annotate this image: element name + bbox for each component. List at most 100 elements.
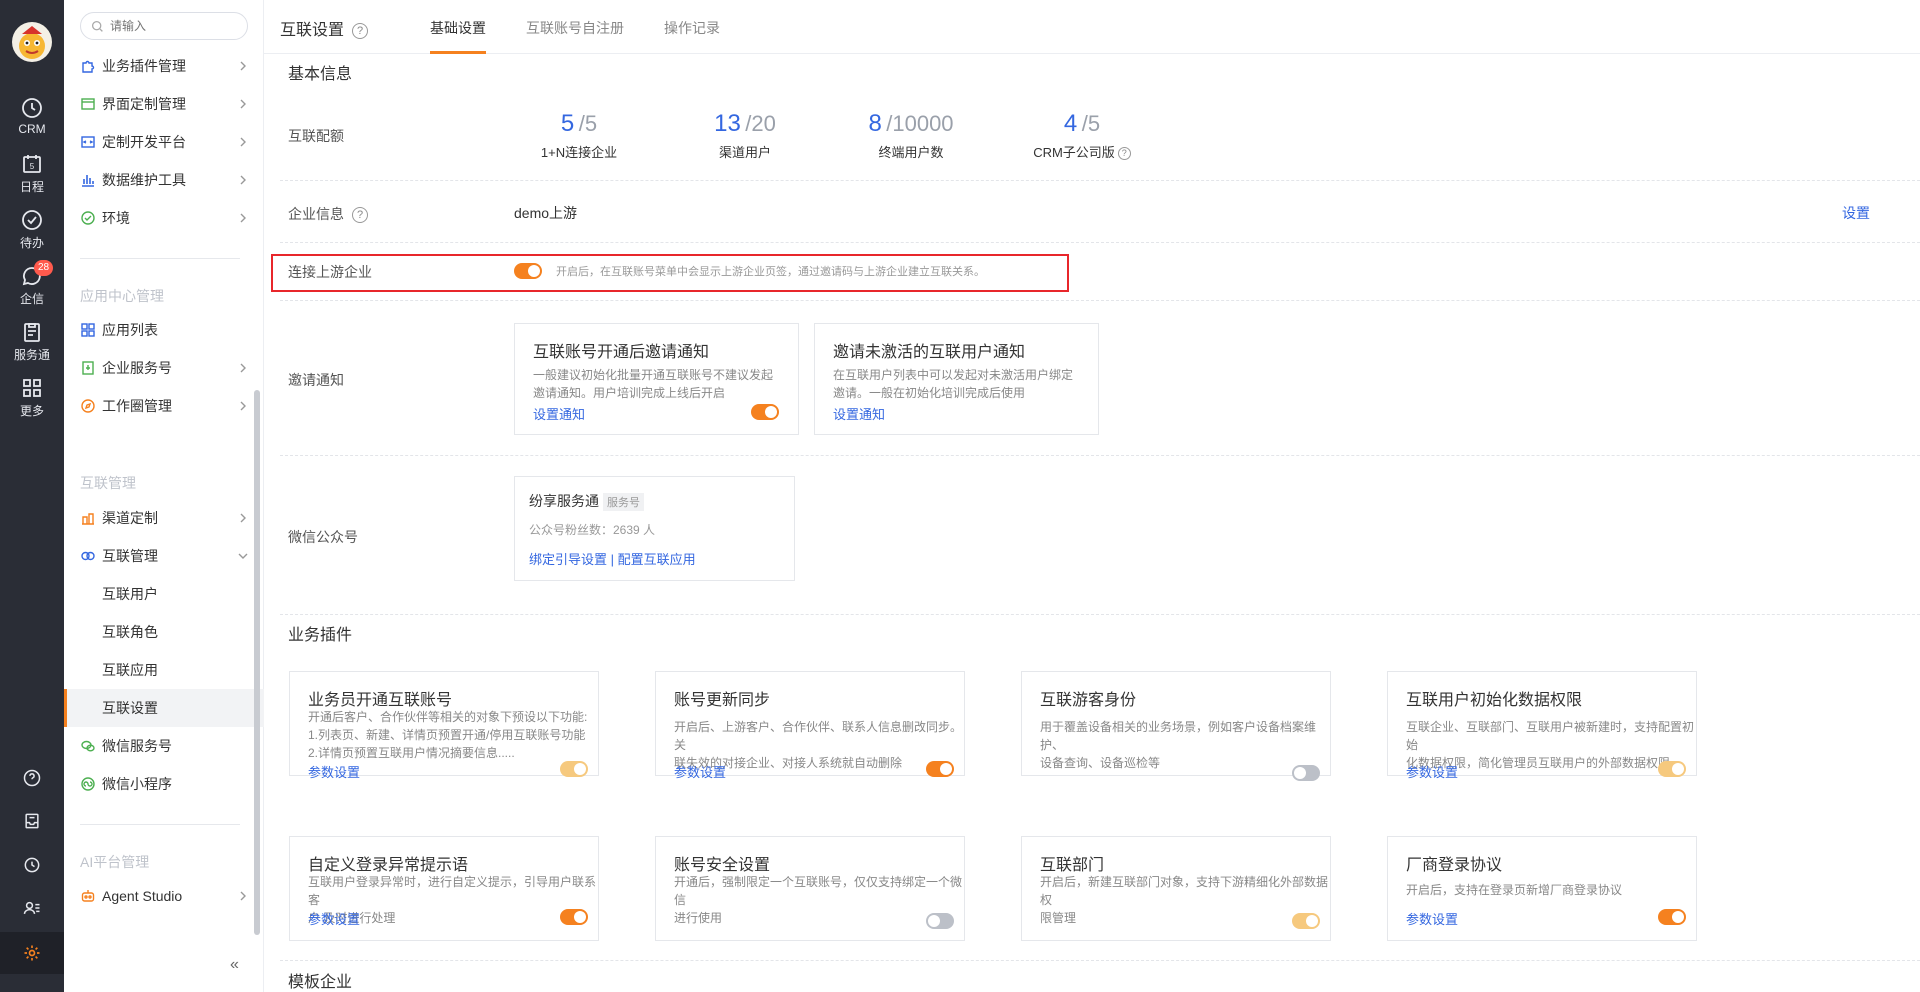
row-divider	[280, 300, 1920, 301]
chevron-right-icon	[240, 213, 246, 223]
quota-item: 8 /10000 终端用户数	[868, 110, 954, 160]
rail-inbox[interactable]	[0, 806, 64, 836]
compass-icon	[80, 398, 96, 414]
set-notice-link[interactable]: 设置通知	[533, 404, 585, 423]
company-settings-link[interactable]: 设置	[1842, 203, 1870, 223]
sidebar-item-plugins[interactable]: 业务插件管理	[64, 47, 264, 85]
window-icon	[80, 96, 96, 112]
settings-sidebar: 业务插件管理 界面定制管理 定制开发平台 数据维护工具 环境 应用中心管理 应	[64, 0, 264, 992]
chevron-right-icon	[240, 891, 246, 901]
company-name: demo上游	[514, 205, 578, 221]
icon-rail: CRM 5 日程 待办 28 企信 服务通 更多	[0, 0, 64, 992]
plugin-toggle[interactable]	[1292, 913, 1320, 929]
plugin-settings-link[interactable]: 参数设置	[1406, 909, 1458, 928]
service-tag: 服务号	[603, 493, 644, 511]
sidebar-item-link-manage[interactable]: 互联管理	[64, 537, 264, 575]
quota-label: 互联配额	[288, 128, 344, 144]
rail-chat[interactable]: 28 企信	[0, 260, 64, 314]
sidebar-group-link: 互联管理	[80, 475, 136, 491]
invite-notice-toggle[interactable]	[751, 404, 779, 420]
sidebar-item-dev-platform[interactable]: 定制开发平台	[64, 123, 264, 161]
config-app-link[interactable]: 配置互联应用	[618, 552, 696, 567]
tab-self-register[interactable]: 互联账号自注册	[526, 18, 624, 38]
sidebar-item-service-account[interactable]: 企业服务号	[64, 349, 264, 387]
app: CRM 5 日程 待办 28 企信 服务通 更多 请输入 业务插件管理 界面定制…	[0, 0, 1920, 992]
wechat-account-label: 微信公众号	[288, 529, 358, 545]
plugin-toggle[interactable]	[560, 761, 588, 777]
rail-crm[interactable]: CRM	[0, 96, 64, 146]
chevron-right-icon	[240, 401, 246, 411]
rail-history[interactable]	[0, 850, 64, 880]
section-title-basic: 基本信息	[288, 66, 353, 83]
sidebar-scrollbar[interactable]	[254, 390, 260, 935]
puzzle-icon	[80, 58, 96, 74]
plugin-toggle[interactable]	[560, 909, 588, 925]
plugin-settings-link[interactable]: 参数设置	[674, 762, 726, 781]
apps-icon	[80, 322, 96, 338]
wechat-name: 纷享服务通	[529, 493, 599, 509]
rail-schedule[interactable]: 5 日程	[0, 152, 64, 202]
plugin-toggle[interactable]	[926, 913, 954, 929]
help-icon[interactable]: ?	[352, 23, 369, 39]
plugin-toggle[interactable]	[1658, 761, 1686, 777]
rail-settings[interactable]	[0, 932, 64, 974]
plugin-card: 业务员开通互联账号 开通后客户、合作伙伴等相关的对象下预设以下功能: 1.列表页…	[289, 671, 599, 780]
wechat-card: 纷享服务通 服务号 公众号粉丝数：2639 人 绑定引导设置 | 配置互联应用	[514, 476, 795, 581]
sidebar-item-work-circle[interactable]: 工作圈管理	[64, 387, 264, 425]
tab-operation-log[interactable]: 操作记录	[664, 18, 720, 38]
row-divider	[280, 960, 1920, 961]
svg-text:5: 5	[30, 162, 35, 171]
plugin-toggle[interactable]	[1292, 765, 1320, 781]
sidebar-item-data-tools[interactable]: 数据维护工具	[64, 161, 264, 199]
help-icon[interactable]: ?	[1117, 147, 1131, 160]
plugin-toggle[interactable]	[926, 761, 954, 777]
rail-todo[interactable]: 待办	[0, 208, 64, 258]
sidebar-subitem-link-settings[interactable]: 互联设置	[64, 689, 264, 727]
help-icon[interactable]: ?	[352, 207, 368, 223]
sidebar-item-environment[interactable]: 环境	[64, 199, 264, 237]
plugin-card: 自定义登录异常提示语 互联用户登录异常时，进行自定义提示，引导用户联系客 户 及…	[289, 836, 599, 941]
chevron-right-icon	[240, 363, 246, 373]
sidebar-subitem-link-roles[interactable]: 互联角色	[64, 613, 264, 651]
sidebar-item-ui-custom[interactable]: 界面定制管理	[64, 85, 264, 123]
avatar[interactable]	[12, 22, 52, 62]
plugin-settings-link[interactable]: 参数设置	[308, 909, 360, 928]
collapse-sidebar-button[interactable]: «	[230, 956, 239, 974]
row-divider	[280, 614, 1920, 615]
rail-more[interactable]: 更多	[0, 376, 64, 426]
highlight-box	[271, 254, 1069, 292]
chevron-right-icon	[240, 513, 246, 523]
sidebar-item-wechat-service[interactable]: 微信服务号	[64, 727, 264, 765]
sidebar-item-mini-program[interactable]: 微信小程序	[64, 765, 264, 803]
check-circle-icon	[22, 210, 42, 230]
plugin-card: 互联用户初始化数据权限 互联企业、互联部门、互联用户被新建时，支持配置初始 化数…	[1387, 671, 1697, 780]
plugin-settings-link[interactable]: 参数设置	[308, 762, 360, 781]
plugin-card: 厂商登录协议 开启后，支持在登录页新增厂商登录协议 参数设置	[1387, 836, 1697, 941]
tab-basic-settings[interactable]: 基础设置	[430, 18, 486, 38]
section-title-plugins: 业务插件	[288, 627, 353, 644]
sidebar-item-agent-studio[interactable]: Agent Studio	[64, 877, 264, 915]
rail-contacts[interactable]	[0, 893, 64, 923]
sidebar-item-app-list[interactable]: 应用列表	[64, 311, 264, 349]
mini-program-icon	[80, 776, 96, 792]
sidebar-subitem-link-apps[interactable]: 互联应用	[64, 651, 264, 689]
quota-item: 13 /20 渠道用户	[714, 110, 776, 160]
robot-icon	[80, 888, 96, 904]
sidebar-item-channel[interactable]: 渠道定制	[64, 499, 264, 537]
bind-guide-link[interactable]: 绑定引导设置	[529, 552, 607, 567]
sidebar-divider	[80, 824, 240, 825]
page-title: 互联设置?	[280, 16, 369, 40]
rail-help[interactable]	[0, 763, 64, 793]
sidebar-subitem-link-users[interactable]: 互联用户	[64, 575, 264, 613]
search-input[interactable]	[110, 19, 240, 33]
plugin-settings-link[interactable]: 参数设置	[1406, 762, 1458, 781]
set-notice-link[interactable]: 设置通知	[833, 404, 885, 423]
plugin-card: 账号更新同步 开启后、上游客户、合作伙伴、联系人信息删改同步。关 联失效的对接企…	[655, 671, 965, 780]
sidebar-search[interactable]	[80, 12, 248, 40]
plugin-toggle[interactable]	[1658, 909, 1686, 925]
plugin-card: 互联游客身份 用于覆盖设备相关的业务场景，例如客户设备档案维护、 设备查询、设备…	[1021, 671, 1331, 781]
invite-notice-label: 邀请通知	[288, 372, 344, 388]
invite-card: 邀请未激活的互联用户通知 在互联用户列表中可以发起对未激活用户绑定 邀请。一般在初…	[814, 323, 1099, 435]
quota-item: 5 /5 1+N连接企业	[540, 110, 618, 160]
rail-service[interactable]: 服务通	[0, 320, 64, 370]
